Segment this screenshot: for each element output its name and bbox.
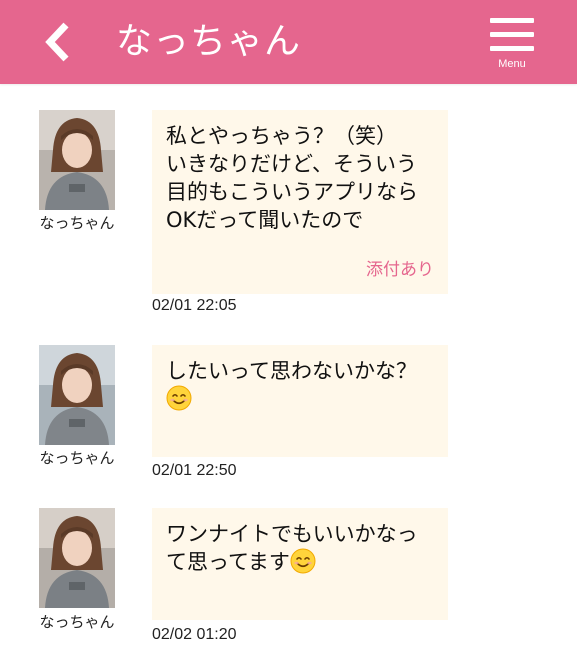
message-bubble: ワンナイトでもいいかなって思ってます	[152, 508, 448, 620]
menu-button[interactable]: Menu	[486, 8, 538, 74]
sender-name: なっちゃん	[39, 449, 115, 467]
message-timestamp: 02/01 22:50	[152, 462, 237, 479]
avatar-photo	[39, 110, 115, 210]
sender-name: なっちゃん	[39, 214, 115, 232]
hamburger-menu-icon	[490, 18, 534, 23]
message-text-wrap: したいって思わないかな？	[166, 357, 434, 413]
message-timestamp: 02/02 01:20	[152, 626, 237, 643]
sender-name: なっちゃん	[39, 613, 115, 631]
avatar-photo	[39, 508, 115, 608]
attachment-link[interactable]: 添付あり	[366, 255, 434, 280]
message-text: 私とやっちゃう？（笑） いきなりだけど、そういう目的もこういうアプリならOKだっ…	[166, 124, 418, 232]
back-button[interactable]	[38, 16, 82, 68]
avatar-photo	[39, 345, 115, 445]
smiling-face-emoji	[166, 385, 192, 411]
avatar[interactable]	[39, 345, 115, 445]
hamburger-bar	[490, 32, 534, 37]
message-bubble: 私とやっちゃう？（笑） いきなりだけど、そういう目的もこういうアプリならOKだっ…	[152, 110, 448, 294]
avatar[interactable]	[39, 508, 115, 608]
message-text: したいって思わないかな？	[166, 359, 417, 383]
hamburger-bar	[490, 46, 534, 51]
message-timestamp: 02/01 22:05	[152, 297, 237, 314]
avatar[interactable]	[39, 110, 115, 210]
menu-label: Menu	[498, 58, 526, 70]
app-header: なっちゃん Menu	[0, 0, 577, 84]
chevron-left-icon	[45, 22, 69, 62]
message-bubble: したいって思わないかな？	[152, 345, 448, 457]
message-text-wrap: ワンナイトでもいいかなって思ってます	[166, 520, 434, 576]
smiling-face-emoji	[290, 548, 316, 574]
page-title: なっちゃん	[116, 21, 302, 62]
